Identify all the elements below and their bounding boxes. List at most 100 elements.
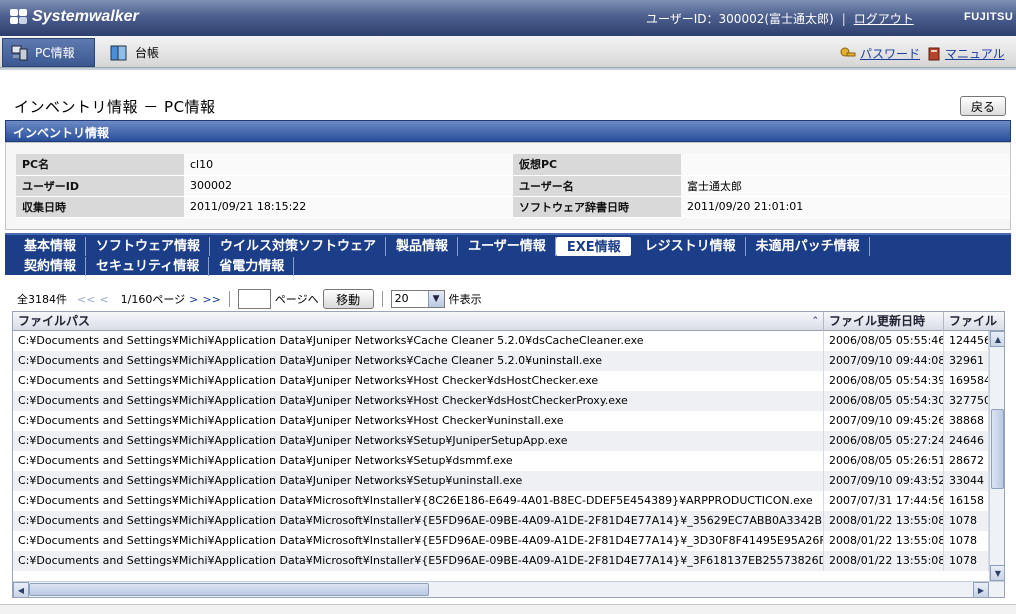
user-area: ユーザーID：300002(富士通太郎) | ログアウト: [646, 10, 914, 27]
scroll-right-icon[interactable]: ▶: [973, 582, 989, 597]
pc-icon: [11, 45, 28, 60]
table-row[interactable]: C:¥Documents and Settings¥Michi¥Applicat…: [13, 371, 989, 391]
cell-file-path: C:¥Documents and Settings¥Michi¥Applicat…: [13, 331, 824, 351]
cell-file-path: C:¥Documents and Settings¥Michi¥Applicat…: [13, 411, 824, 431]
info-value: [680, 154, 1010, 176]
systemwalker-logo-icon: [10, 9, 28, 25]
cell-file-modified: 2006/08/05 05:55:46: [824, 331, 944, 351]
page-title: インベントリ情報 － PC情報: [14, 98, 216, 116]
cell-file-size: 169584: [944, 371, 989, 391]
table-row[interactable]: C:¥Documents and Settings¥Michi¥Applicat…: [13, 351, 989, 371]
logout-link[interactable]: ログアウト: [854, 10, 914, 27]
section-header: インベントリ情報: [5, 120, 1011, 142]
scroll-down-icon[interactable]: ▼: [990, 565, 1004, 581]
cell-file-path: C:¥Documents and Settings¥Michi¥Applicat…: [13, 431, 824, 451]
tab-software-info[interactable]: ソフトウェア情報: [86, 237, 211, 256]
table-row[interactable]: C:¥Documents and Settings¥Michi¥Applicat…: [13, 331, 989, 351]
cell-file-size: 28672: [944, 451, 989, 471]
tab-product-info[interactable]: 製品情報: [386, 237, 459, 256]
column-file-modified[interactable]: ファイル更新日時: [824, 312, 944, 331]
next-page-button[interactable]: >: [189, 293, 198, 306]
password-link[interactable]: パスワード: [860, 45, 920, 62]
cell-file-size: 1078: [944, 531, 989, 551]
manual-link[interactable]: マニュアル: [945, 45, 1005, 62]
info-label: ユーザーID: [16, 175, 184, 197]
cell-file-size: 24646: [944, 431, 989, 451]
cell-file-modified: 2008/01/22 13:55:08: [824, 531, 944, 551]
cell-file-modified: 2006/08/05 05:54:39: [824, 371, 944, 391]
scroll-up-icon[interactable]: ▲: [990, 331, 1004, 347]
tab-pc-info[interactable]: PC情報: [2, 38, 95, 67]
manual-book-icon: [928, 47, 940, 60]
cell-file-modified: 2007/09/10 09:45:26: [824, 411, 944, 431]
cell-file-modified: 2008/01/22 13:55:08: [824, 551, 944, 571]
tab-contract-info[interactable]: 契約情報: [12, 257, 87, 276]
grid-body: C:¥Documents and Settings¥Michi¥Applicat…: [13, 331, 989, 581]
column-file-path[interactable]: ファイルパス ⌃: [13, 312, 824, 331]
key-icon: [840, 47, 856, 56]
table-row[interactable]: C:¥Documents and Settings¥Michi¥Applicat…: [13, 491, 989, 511]
table-row[interactable]: C:¥Documents and Settings¥Michi¥Applicat…: [13, 471, 989, 491]
password-link-group[interactable]: パスワード: [840, 45, 920, 62]
vertical-scrollbar[interactable]: ▲ ▼: [989, 331, 1004, 581]
sort-icon[interactable]: ⌃: [811, 312, 819, 331]
back-button[interactable]: 戻る: [960, 96, 1006, 116]
info-label: 仮想PC: [512, 154, 681, 176]
tab-user-info[interactable]: ユーザー情報: [458, 237, 556, 256]
table-row[interactable]: C:¥Documents and Settings¥Michi¥Applicat…: [13, 411, 989, 431]
first-page-button[interactable]: <<: [77, 293, 95, 306]
info-value: cl10: [184, 154, 513, 176]
tab-unapplied-patch[interactable]: 未適用パッチ情報: [746, 237, 870, 256]
info-value: 2011/09/20 21:01:01: [680, 196, 1010, 218]
cell-file-size: 32961: [944, 351, 989, 371]
tab-security-info[interactable]: セキュリティ情報: [86, 257, 210, 276]
ledger-book-icon: [110, 45, 127, 60]
info-row: ユーザーID 300002 ユーザー名 富士通太郎: [16, 175, 1010, 197]
last-page-button[interactable]: >>: [202, 293, 220, 306]
scroll-thumb[interactable]: [29, 583, 429, 596]
cell-file-size: 327750: [944, 391, 989, 411]
tab-power-saving[interactable]: 省電力情報: [209, 257, 295, 276]
per-page-select[interactable]: 20 ▼: [390, 290, 445, 308]
cell-file-modified: 2007/09/10 09:43:52: [824, 471, 944, 491]
table-row[interactable]: C:¥Documents and Settings¥Michi¥Applicat…: [13, 451, 989, 471]
menu-bar: PC情報 台帳 パスワード マニュアル: [0, 36, 1016, 68]
info-value: 富士通太郎: [680, 175, 1010, 197]
tab-ledger[interactable]: 台帳: [101, 38, 171, 67]
prev-page-button[interactable]: <: [99, 293, 108, 306]
table-row[interactable]: C:¥Documents and Settings¥Michi¥Applicat…: [13, 551, 989, 571]
exe-info-grid: ファイルパス ⌃ ファイル更新日時 ファイルサ C:¥Documents and…: [12, 311, 1005, 598]
footer-bar: [0, 604, 1016, 614]
cell-file-size: 1078: [944, 551, 989, 571]
info-label: PC名: [16, 154, 184, 176]
info-label: 収集日時: [16, 196, 184, 218]
horizontal-scrollbar[interactable]: ◀ ▶: [13, 581, 1004, 597]
tab-basic-info[interactable]: 基本情報: [12, 237, 87, 256]
tab-row: 契約情報 セキュリティ情報 省電力情報: [12, 257, 295, 276]
info-label: ユーザー名: [512, 175, 681, 197]
move-button[interactable]: 移動: [322, 289, 374, 309]
cell-file-path: C:¥Documents and Settings¥Michi¥Applicat…: [13, 531, 824, 551]
tab-antivirus[interactable]: ウイルス対策ソフトウェア: [210, 237, 387, 256]
cell-file-modified: 2007/07/31 17:44:56: [824, 491, 944, 511]
manual-link-group[interactable]: マニュアル: [927, 45, 1005, 62]
category-tabs: 基本情報 ソフトウェア情報 ウイルス対策ソフトウェア 製品情報 ユーザー情報 E…: [5, 233, 1011, 276]
cell-file-modified: 2006/08/05 05:27:24: [824, 431, 944, 451]
table-row[interactable]: C:¥Documents and Settings¥Michi¥Applicat…: [13, 391, 989, 411]
per-page-suffix: 件表示: [448, 293, 482, 306]
table-row[interactable]: C:¥Documents and Settings¥Michi¥Applicat…: [13, 511, 989, 531]
column-file-size[interactable]: ファイルサ: [944, 312, 1004, 347]
table-row[interactable]: C:¥Documents and Settings¥Michi¥Applicat…: [13, 431, 989, 451]
pager: 全3184件 << < 1/160ページ > >> ページへ 移動 20 ▼ 件…: [17, 289, 482, 309]
table-row[interactable]: C:¥Documents and Settings¥Michi¥Applicat…: [13, 531, 989, 551]
cell-file-path: C:¥Documents and Settings¥Michi¥Applicat…: [13, 491, 824, 511]
cell-file-path: C:¥Documents and Settings¥Michi¥Applicat…: [13, 451, 824, 471]
product-name: Systemwalker: [32, 8, 139, 25]
scroll-thumb[interactable]: [991, 409, 1004, 489]
chevron-down-icon[interactable]: ▼: [427, 291, 444, 307]
tab-registry-info[interactable]: レジストリ情報: [635, 237, 746, 256]
cell-file-path: C:¥Documents and Settings¥Michi¥Applicat…: [13, 351, 824, 371]
page-number-input[interactable]: [237, 289, 271, 309]
tab-exe-info[interactable]: EXE情報: [555, 237, 631, 256]
scroll-left-icon[interactable]: ◀: [13, 582, 29, 597]
